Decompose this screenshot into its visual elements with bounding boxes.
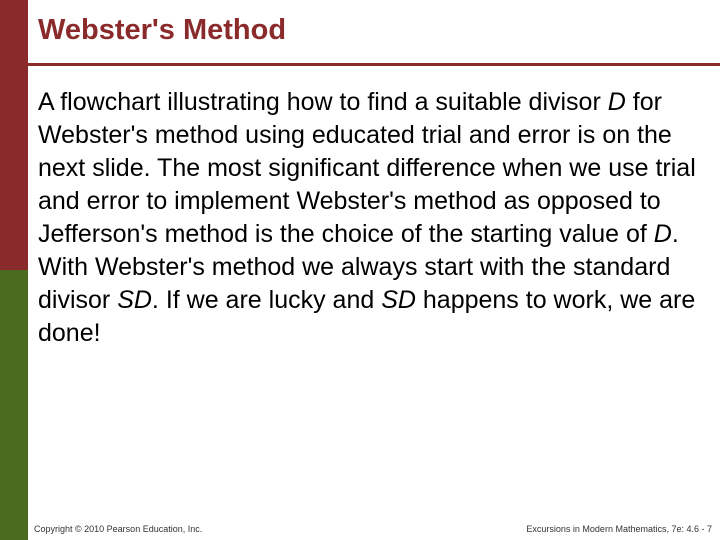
- var-SD2: SD: [381, 286, 416, 314]
- sidebar-red-block: [0, 0, 28, 270]
- body-text-4: . If we are lucky and: [152, 286, 381, 314]
- footer-citation: Excursions in Modern Mathematics, 7e: 4.…: [526, 524, 712, 534]
- slide-title: Webster's Method: [38, 14, 710, 47]
- var-SD: SD: [117, 286, 152, 314]
- sidebar-green-block: [0, 270, 28, 540]
- var-D: D: [608, 88, 626, 116]
- body-text-1: A flowchart illustrating how to find a s…: [38, 88, 608, 116]
- title-bar: Webster's Method: [28, 0, 720, 66]
- footer: Copyright © 2010 Pearson Education, Inc.…: [28, 516, 720, 534]
- slide-body: A flowchart illustrating how to find a s…: [38, 86, 698, 350]
- left-sidebar: [0, 0, 28, 540]
- var-D2: D: [654, 220, 672, 248]
- footer-copyright: Copyright © 2010 Pearson Education, Inc.: [34, 524, 202, 534]
